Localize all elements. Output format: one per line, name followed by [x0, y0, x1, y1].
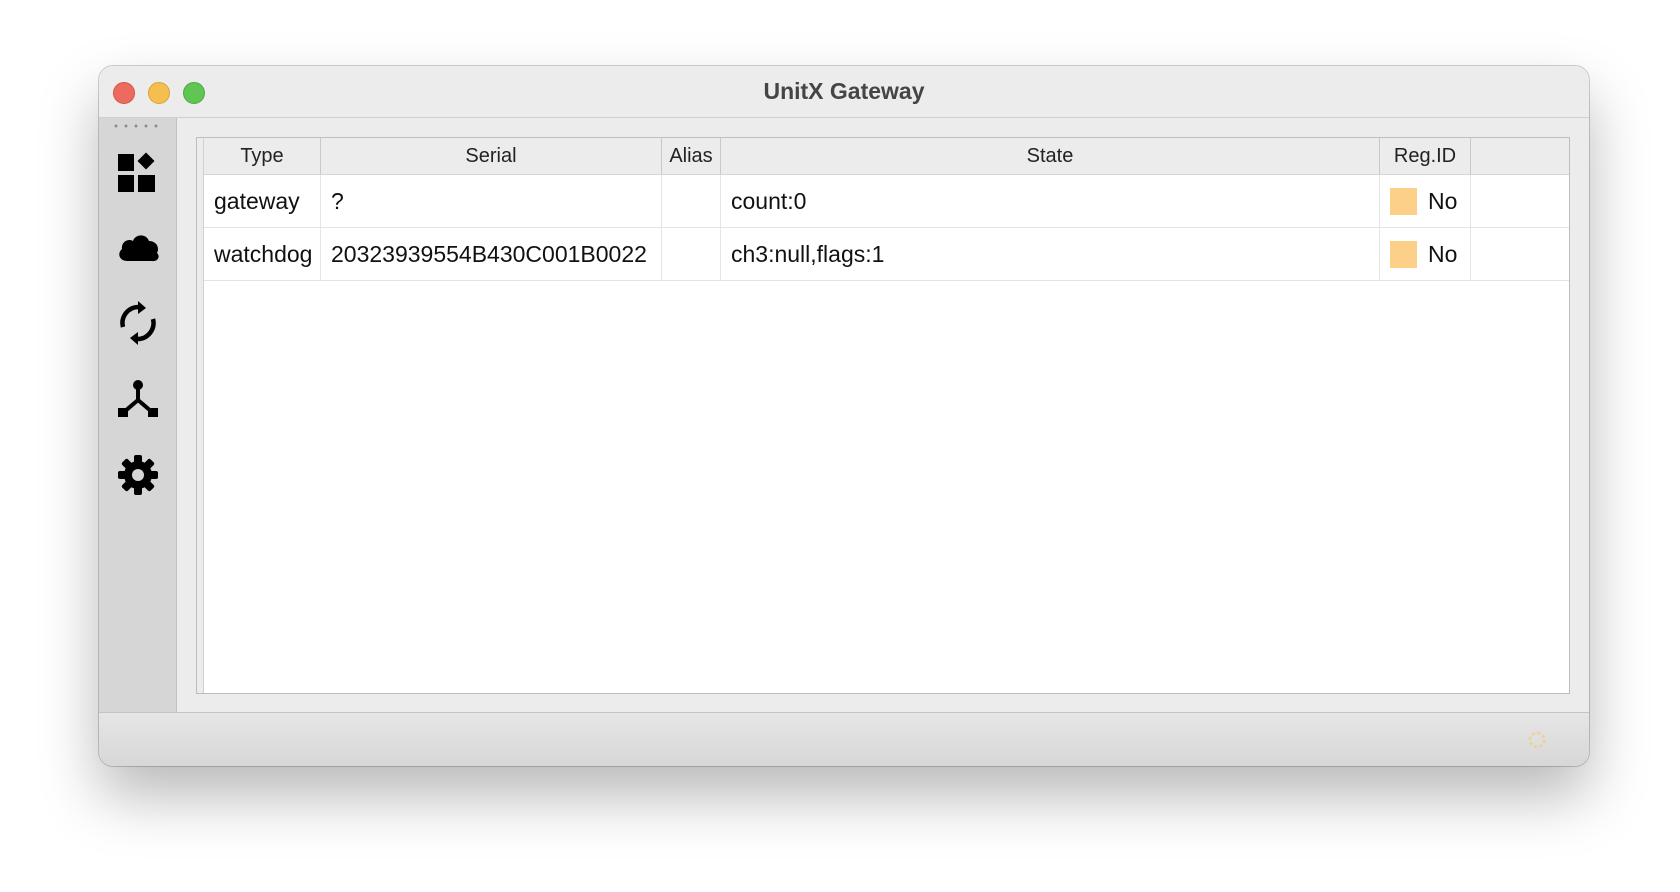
dashboard-icon[interactable] [115, 150, 161, 196]
sync-icon[interactable] [115, 300, 161, 346]
title-bar[interactable]: UnitX Gateway [99, 66, 1589, 118]
activity-spinner-icon [1528, 731, 1546, 749]
app-window: UnitX Gateway Type Serial Alias State Re… [99, 66, 1589, 766]
column-header-serial[interactable]: Serial [321, 138, 662, 174]
reg-id-value: No [1428, 241, 1458, 267]
cell-alias [662, 175, 721, 227]
reg-status-swatch [1390, 241, 1417, 268]
cell-state: ch3:null,flags:1 [721, 228, 1380, 280]
cell-serial: ? [321, 175, 662, 227]
status-bar [99, 712, 1589, 766]
column-header-state[interactable]: State [721, 138, 1380, 174]
sidebar [99, 118, 177, 712]
gear-icon[interactable] [115, 452, 161, 498]
reg-status-swatch [1390, 188, 1417, 215]
table-row[interactable]: gateway ? count:0 No [204, 175, 1569, 228]
reg-id-value: No [1428, 188, 1458, 214]
cell-serial: 20323939554B430C001B0022 [321, 228, 662, 280]
table-row[interactable]: watchdog 20323939554B430C001B0022 ch3:nu… [204, 228, 1569, 281]
table-header: Type Serial Alias State Reg.ID [204, 138, 1569, 175]
cell-alias [662, 228, 721, 280]
column-header-alias[interactable]: Alias [662, 138, 721, 174]
cell-reg-id: No [1380, 228, 1471, 280]
main-content: Type Serial Alias State Reg.ID gateway ?… [177, 118, 1589, 712]
column-header-reg-id[interactable]: Reg.ID [1380, 138, 1471, 174]
cell-type: watchdog [204, 228, 321, 280]
column-header-type[interactable]: Type [204, 138, 321, 174]
network-icon[interactable] [115, 376, 161, 422]
cell-state: count:0 [721, 175, 1380, 227]
window-title: UnitX Gateway [763, 78, 925, 104]
table-row-header-strip [197, 138, 204, 693]
sidebar-grip[interactable] [111, 124, 161, 128]
device-table[interactable]: Type Serial Alias State Reg.ID gateway ?… [196, 137, 1570, 694]
cloud-icon[interactable] [115, 225, 161, 271]
cell-type: gateway [204, 175, 321, 227]
cell-reg-id: No [1380, 175, 1471, 227]
